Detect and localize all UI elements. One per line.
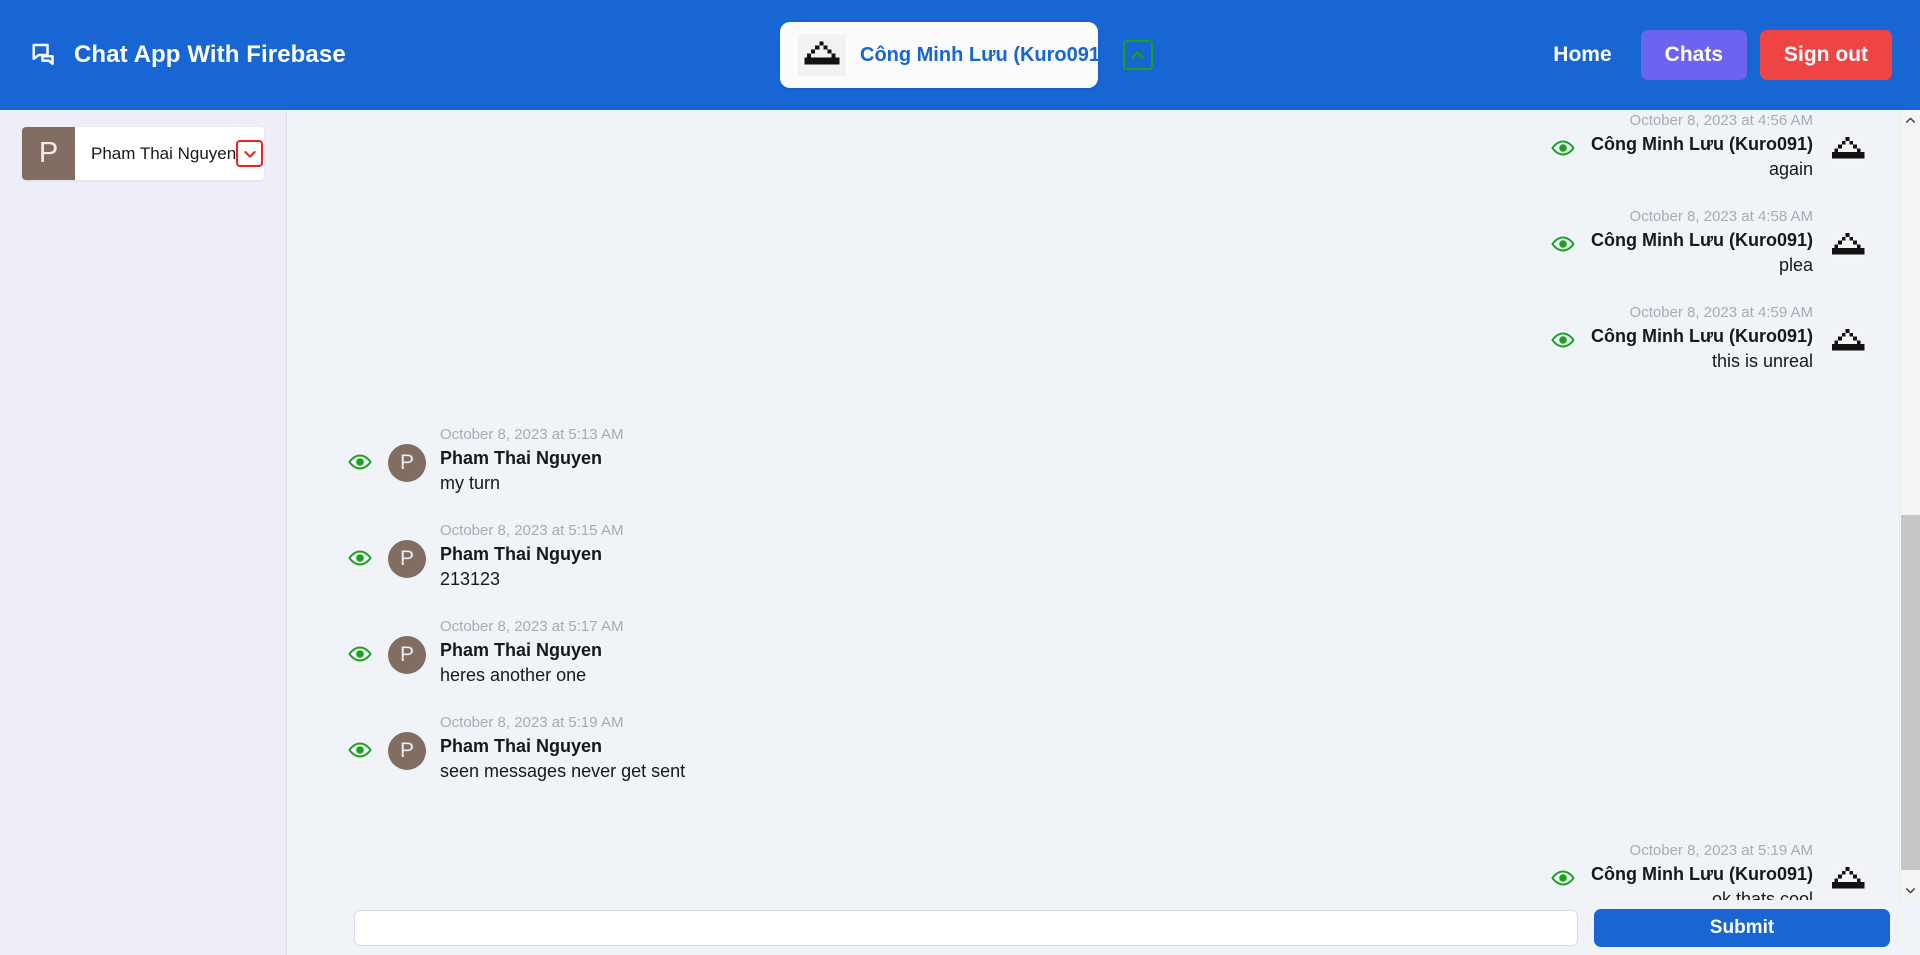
current-user-dropdown[interactable]: Công Minh Lưu (Kuro091) <box>780 22 1153 88</box>
message-timestamp: October 8, 2023 at 5:15 AM <box>440 522 624 539</box>
chat-main: October 8, 2023 at 4:56 AM Công Minh Lưu … <box>288 110 1920 955</box>
message-body: October 8, 2023 at 5:13 AM Pham Thai Nguy… <box>440 424 623 496</box>
message-text: seen messages never get sent <box>440 761 686 781</box>
message-composer: Submit <box>288 900 1920 955</box>
message-text: 213123 <box>440 569 501 589</box>
message-timestamp: October 8, 2023 at 5:19 AM <box>1629 842 1813 859</box>
message-text: this is unreal <box>1711 351 1813 371</box>
chat-bubbles-icon <box>30 40 60 70</box>
message-sender: Công Minh Lưu (Kuro091) <box>1590 230 1813 250</box>
message-text: plea <box>1778 255 1813 275</box>
message-sender: Công Minh Lưu (Kuro091) <box>1590 326 1813 346</box>
message-row: P October 8, 2023 at 5:15 AM Pham Thai Ngu… <box>288 520 1903 592</box>
avatar: P <box>388 444 426 482</box>
sidebar-item-pham-thai-nguyen[interactable]: P Pham Thai Nguyen <box>22 127 264 180</box>
message-input[interactable] <box>354 909 1578 946</box>
eye-icon <box>1551 232 1577 258</box>
message-row: October 8, 2023 at 4:58 AM Công Minh Lưu … <box>288 206 1903 278</box>
app-title: Chat App With Firebase <box>74 41 346 68</box>
scroll-up-arrow-icon[interactable] <box>1900 110 1920 130</box>
eye-icon <box>1551 866 1577 892</box>
message-text: ok thats cool <box>1711 889 1813 900</box>
message-body: October 8, 2023 at 5:19 AM Pham Thai Nguy… <box>440 712 685 784</box>
eye-icon <box>348 450 374 476</box>
message-row: October 8, 2023 at 4:59 AM Công Minh Lưu … <box>288 302 1903 374</box>
message-timestamp: October 8, 2023 at 5:13 AM <box>440 426 624 443</box>
mountain-avatar-image <box>1827 130 1869 168</box>
message-timestamp: October 8, 2023 at 4:58 AM <box>1629 208 1813 225</box>
message-body: October 8, 2023 at 4:59 AM Công Minh Lưu … <box>1591 302 1813 374</box>
chat-scrollbar[interactable] <box>1899 110 1920 900</box>
avatar: P <box>388 732 426 770</box>
message-body: October 8, 2023 at 5:19 AM Công Minh Lưu … <box>1591 840 1813 900</box>
message-sender: Công Minh Lưu (Kuro091) <box>1590 864 1813 884</box>
avatar: P <box>388 540 426 578</box>
message-timestamp: October 8, 2023 at 5:19 AM <box>440 714 624 731</box>
sign-out-button[interactable]: Sign out <box>1760 30 1892 80</box>
message-row: P October 8, 2023 at 5:17 AM Pham Thai Ngu… <box>288 616 1903 688</box>
message-body: October 8, 2023 at 4:56 AM Công Minh Lưu … <box>1591 110 1813 182</box>
message-body: October 8, 2023 at 4:58 AM Công Minh Lưu … <box>1591 206 1813 278</box>
message-body: October 8, 2023 at 5:17 AM Pham Thai Nguy… <box>440 616 623 688</box>
contacts-sidebar: P Pham Thai Nguyen <box>0 110 287 955</box>
message-text: my turn <box>440 473 501 493</box>
message-row: P October 8, 2023 at 5:13 AM Pham Thai Ngu… <box>288 424 1903 496</box>
scroll-down-arrow-icon[interactable] <box>1900 880 1920 900</box>
chevron-up-icon[interactable] <box>1122 40 1153 70</box>
nav-home-link[interactable]: Home <box>1537 43 1627 67</box>
mountain-avatar-image <box>1827 860 1869 898</box>
message-text: heres another one <box>440 665 587 685</box>
message-row: P October 8, 2023 at 5:19 AM Pham Thai Ngu… <box>288 712 1903 784</box>
eye-icon <box>1551 328 1577 354</box>
message-row: October 8, 2023 at 5:19 AM Công Minh Lưu … <box>288 840 1903 900</box>
header-nav: Home Chats Sign out <box>1537 0 1892 110</box>
message-sender: Pham Thai Nguyen <box>440 448 603 468</box>
message-sender: Pham Thai Nguyen <box>440 640 603 660</box>
contact-name: Pham Thai Nguyen <box>91 143 237 163</box>
avatar: P <box>22 127 75 180</box>
message-text: again <box>1768 159 1813 179</box>
message-body: October 8, 2023 at 5:15 AM Pham Thai Nguy… <box>440 520 623 592</box>
message-list: October 8, 2023 at 4:56 AM Công Minh Lưu … <box>288 110 1903 900</box>
message-timestamp: October 8, 2023 at 5:17 AM <box>440 618 624 635</box>
chevron-down-icon[interactable] <box>236 140 264 167</box>
message-sender: Pham Thai Nguyen <box>440 736 603 756</box>
message-timestamp: October 8, 2023 at 4:59 AM <box>1629 304 1813 321</box>
current-user-name: Công Minh Lưu (Kuro091) <box>860 43 1107 66</box>
eye-icon <box>1551 136 1577 162</box>
message-sender: Công Minh Lưu (Kuro091) <box>1590 134 1813 154</box>
eye-icon <box>348 546 374 572</box>
nav-chats-button[interactable]: Chats <box>1640 30 1748 80</box>
app-header: Chat App With Firebase Công Minh Lưu (Ku… <box>0 0 1920 110</box>
eye-icon <box>348 642 374 668</box>
scrollbar-thumb[interactable] <box>1901 515 1920 870</box>
eye-icon <box>348 738 374 764</box>
mountain-avatar-image <box>1827 322 1869 360</box>
message-sender: Pham Thai Nguyen <box>440 544 603 564</box>
mountain-avatar-image <box>1827 226 1869 264</box>
message-row: October 8, 2023 at 4:56 AM Công Minh Lưu … <box>288 110 1903 182</box>
avatar: P <box>388 636 426 674</box>
brand: Chat App With Firebase <box>30 40 346 70</box>
message-timestamp: October 8, 2023 at 4:56 AM <box>1629 112 1813 129</box>
mountain-avatar-image <box>798 34 846 76</box>
submit-button[interactable]: Submit <box>1594 908 1890 947</box>
